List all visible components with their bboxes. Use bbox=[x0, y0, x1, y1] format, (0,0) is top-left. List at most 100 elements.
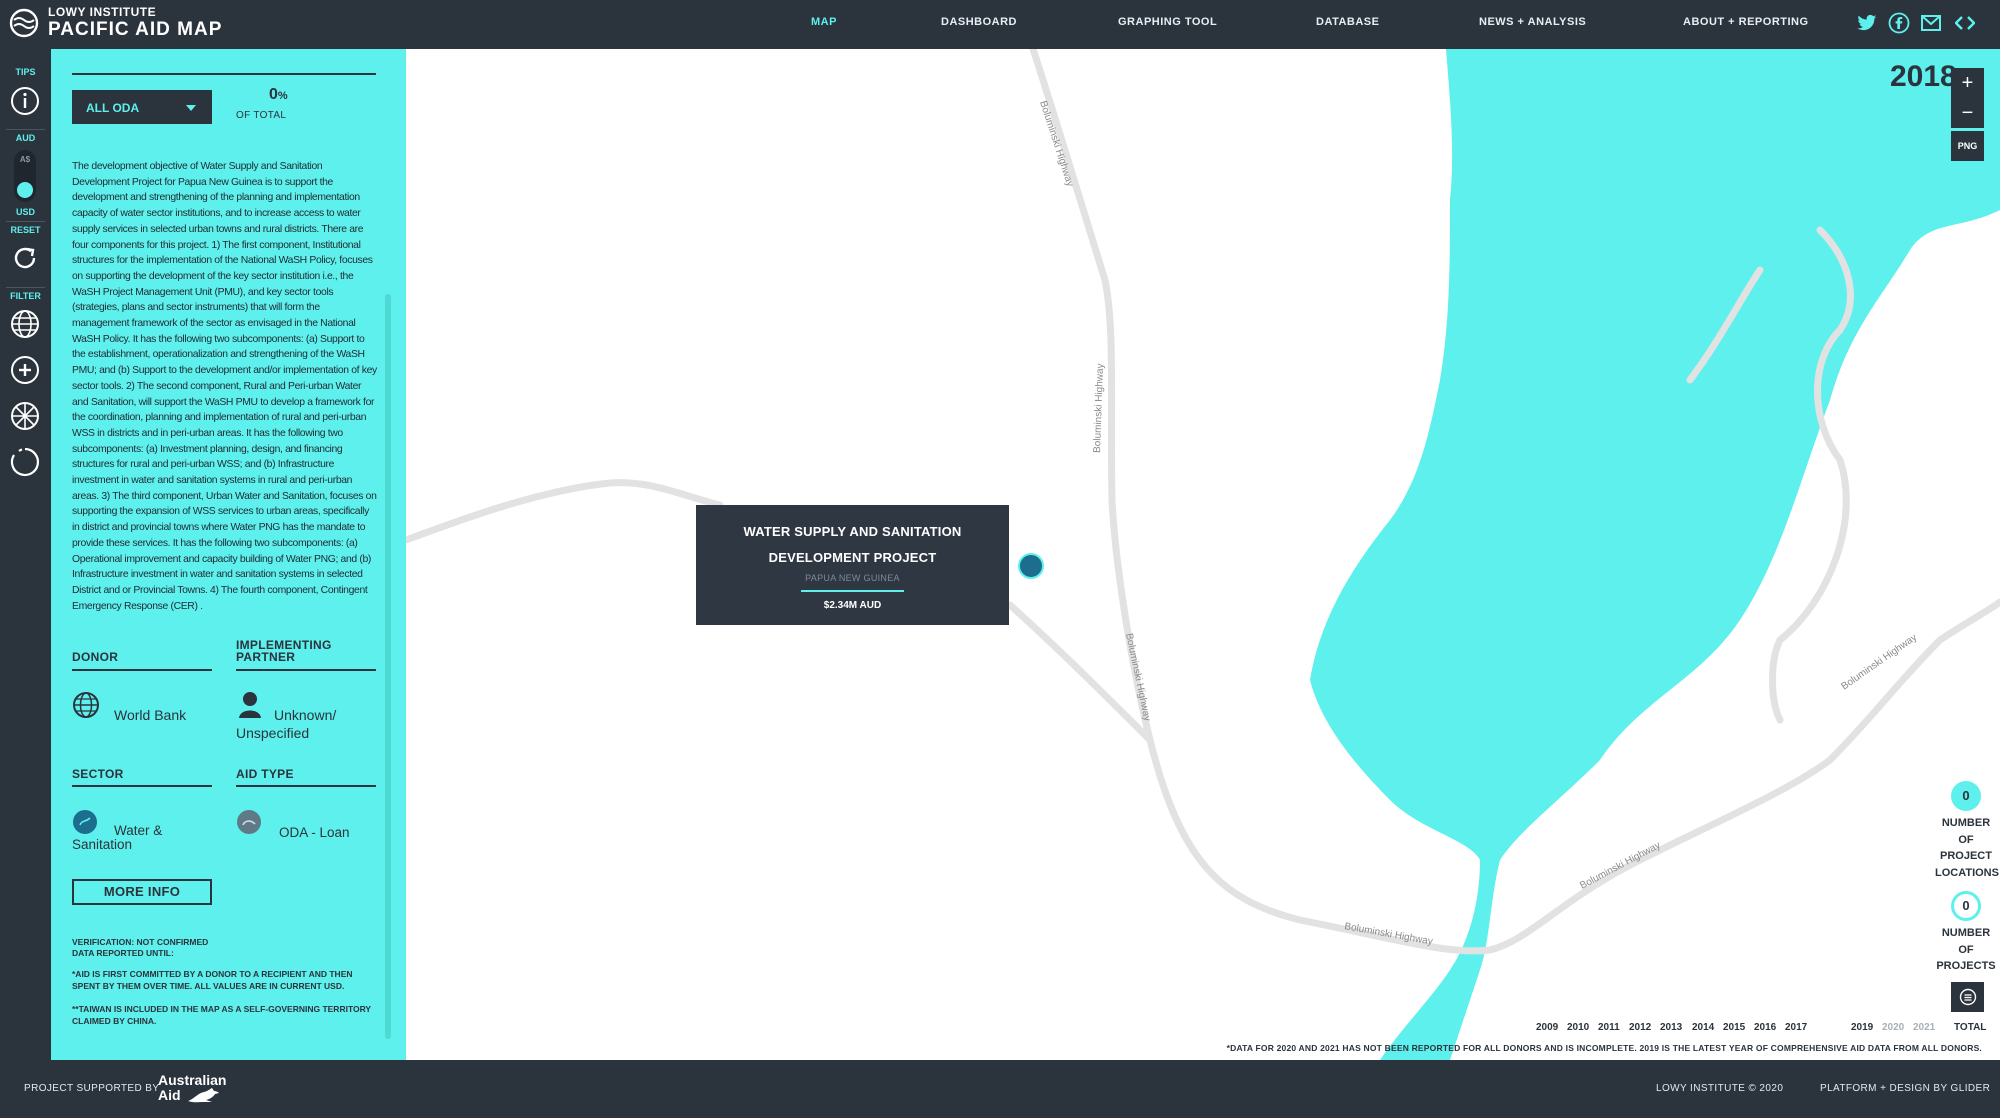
road-label: Boluminski Highway bbox=[1839, 632, 1919, 692]
embed-code-icon[interactable] bbox=[1952, 10, 1978, 36]
export-png-button[interactable]: PNG bbox=[1951, 131, 1984, 161]
sponsor-line-1: Australian bbox=[158, 1072, 227, 1088]
aud-label: AUD bbox=[15, 133, 36, 143]
tooltip-title: WATER SUPPLY AND SANITATION DEVELOPMENT … bbox=[743, 524, 962, 565]
nav-dashboard[interactable]: DASHBOARD bbox=[941, 0, 1017, 49]
year-option-total[interactable]: TOTAL bbox=[1954, 1022, 1986, 1033]
aud-symbol: A$ bbox=[19, 155, 31, 164]
map-canvas[interactable]: Boluminski Highway Boluminski Highway Bo… bbox=[406, 49, 2000, 1060]
aid-type-heading: AID TYPE bbox=[236, 767, 294, 781]
year-option[interactable]: 2013 bbox=[1660, 1022, 1682, 1033]
percent-of-total: 0% bbox=[269, 86, 288, 104]
footer: PROJECT SUPPORTED BY Australian Aid LOWY… bbox=[0, 1060, 2000, 1118]
year-option[interactable]: 2014 bbox=[1692, 1022, 1714, 1033]
percent-label: OF TOTAL bbox=[236, 110, 287, 121]
water-body bbox=[1310, 49, 2000, 1060]
project-description: The development objective of Water Suppl… bbox=[72, 161, 377, 612]
panel-scrollbar[interactable] bbox=[385, 294, 391, 1039]
verification-status: VERIFICATION: NOT CONFIRMED bbox=[72, 937, 209, 947]
currency-toggle[interactable]: A$ bbox=[14, 150, 36, 202]
nav-about-reporting[interactable]: ABOUT + REPORTING bbox=[1683, 0, 1809, 49]
reset-label: RESET bbox=[10, 225, 41, 235]
nav-graphing-tool[interactable]: GRAPHING TOOL bbox=[1118, 0, 1217, 49]
info-icon[interactable] bbox=[9, 85, 41, 117]
year-option[interactable]: 2012 bbox=[1629, 1022, 1651, 1033]
year-option[interactable]: 2015 bbox=[1723, 1022, 1745, 1033]
filter-label: FILTER bbox=[10, 291, 41, 301]
projects-count: 0 bbox=[1951, 891, 1981, 921]
aid-type-name[interactable]: ODA - Loan bbox=[279, 824, 379, 842]
usd-label: USD bbox=[15, 207, 35, 217]
year-option[interactable]: 2016 bbox=[1754, 1022, 1776, 1033]
australian-aid-logo[interactable]: Australian Aid bbox=[158, 1073, 226, 1103]
year-option[interactable]: 2009 bbox=[1536, 1022, 1558, 1033]
percent-value: 0 bbox=[269, 86, 278, 103]
facebook-icon[interactable] bbox=[1886, 10, 1912, 36]
sector-heading-rule bbox=[72, 785, 212, 787]
world-bank-globe-icon bbox=[73, 692, 99, 718]
donor-name[interactable]: World Bank bbox=[114, 706, 214, 724]
road-label: Boluminski Highway bbox=[1578, 840, 1662, 892]
data-completeness-note: *DATA FOR 2020 AND 2021 HAS NOT BEEN REP… bbox=[1226, 1043, 1982, 1053]
donor-heading-rule bbox=[72, 669, 212, 671]
partner-name[interactable]: Unknown/ Unspecified bbox=[236, 706, 371, 742]
kangaroo-icon bbox=[188, 1088, 219, 1103]
percent-unit: % bbox=[277, 90, 288, 102]
road-label: Boluminski Highway bbox=[1123, 632, 1152, 722]
top-navigation-bar: LOWY INSTITUTE PACIFIC AID MAP MAP DASHB… bbox=[0, 0, 2000, 49]
twitter-icon[interactable] bbox=[1854, 10, 1880, 36]
email-icon[interactable] bbox=[1918, 10, 1944, 36]
oda-type-dropdown[interactable]: ALL ODA bbox=[72, 90, 212, 124]
sector-heading: SECTOR bbox=[72, 767, 124, 781]
year-option[interactable]: 2020 bbox=[1882, 1022, 1904, 1033]
project-locations-label: NUMBER OF PROJECT LOCATIONS bbox=[1935, 817, 1999, 879]
project-location-marker[interactable] bbox=[1018, 553, 1044, 579]
map-basemap: Boluminski Highway Boluminski Highway Bo… bbox=[406, 49, 2000, 1060]
year-option[interactable]: 2019 bbox=[1851, 1022, 1873, 1033]
sector-name[interactable]: Water & Sanitation bbox=[72, 824, 212, 852]
road bbox=[406, 479, 724, 544]
toggle-knob bbox=[17, 182, 33, 198]
add-filter-icon[interactable] bbox=[9, 354, 41, 386]
reset-icon[interactable] bbox=[9, 242, 41, 274]
selected-year: 2018 bbox=[1890, 60, 1957, 93]
zoom-in-button[interactable]: + bbox=[1951, 68, 1984, 98]
project-tooltip: WATER SUPPLY AND SANITATION DEVELOPMENT … bbox=[696, 505, 1009, 625]
year-option[interactable]: 2021 bbox=[1913, 1022, 1935, 1033]
more-info-button[interactable]: MORE INFO bbox=[72, 879, 212, 905]
tips-label: TIPS bbox=[15, 67, 36, 77]
tooltip-value: $2.34M AUD bbox=[823, 600, 882, 611]
nav-database[interactable]: DATABASE bbox=[1316, 0, 1379, 49]
design-credit[interactable]: PLATFORM + DESIGN BY GLIDER bbox=[1820, 1060, 1990, 1118]
copyright: LOWY INSTITUTE © 2020 bbox=[1656, 1083, 1784, 1094]
list-icon bbox=[1959, 988, 1976, 1006]
nav-news-analysis[interactable]: NEWS + ANALYSIS bbox=[1479, 0, 1586, 49]
supported-by-label: PROJECT SUPPORTED BY bbox=[24, 1083, 160, 1094]
list-view-button[interactable] bbox=[1951, 982, 1984, 1012]
zoom-out-button[interactable]: − bbox=[1951, 98, 1984, 128]
loan-aid-type-icon bbox=[237, 810, 261, 834]
year-option[interactable]: 2011 bbox=[1598, 1022, 1620, 1033]
projects-label: NUMBER OF PROJECTS bbox=[1936, 927, 1996, 972]
aid-type-filter-icon[interactable] bbox=[9, 446, 41, 478]
year-option[interactable]: 2017 bbox=[1785, 1022, 1807, 1033]
tooltip-country: PAPUA NEW GUINEA bbox=[805, 573, 900, 583]
road-label: Boluminski Highway bbox=[1092, 363, 1106, 453]
nav-map[interactable]: MAP bbox=[811, 0, 837, 49]
project-detail-panel: ALL ODA 0% OF TOTAL The development obje… bbox=[51, 49, 406, 1060]
donor-filter-globe-icon[interactable] bbox=[9, 308, 41, 340]
taiwan-note: **TAIWAN IS INCLUDED IN THE MAP AS A SEL… bbox=[72, 1004, 371, 1026]
app-logo[interactable]: LOWY INSTITUTE PACIFIC AID MAP bbox=[8, 6, 222, 39]
org-name: LOWY INSTITUTE bbox=[48, 5, 157, 19]
aid-type-heading-rule bbox=[236, 785, 376, 787]
year-option[interactable]: 2010 bbox=[1567, 1022, 1589, 1033]
oda-type-selected: ALL ODA bbox=[86, 101, 140, 115]
panel-top-rule bbox=[72, 73, 376, 75]
project-locations-count: 0 bbox=[1951, 781, 1981, 811]
road-label: Boluminski Highway bbox=[1343, 921, 1433, 947]
donor-heading: DONOR bbox=[72, 650, 119, 664]
aid-note: *AID IS FIRST COMMITTED BY A DONOR TO A … bbox=[72, 969, 353, 991]
rail-divider bbox=[6, 129, 45, 130]
tooltip-divider bbox=[801, 590, 904, 592]
sector-filter-wheel-icon[interactable] bbox=[9, 400, 41, 432]
